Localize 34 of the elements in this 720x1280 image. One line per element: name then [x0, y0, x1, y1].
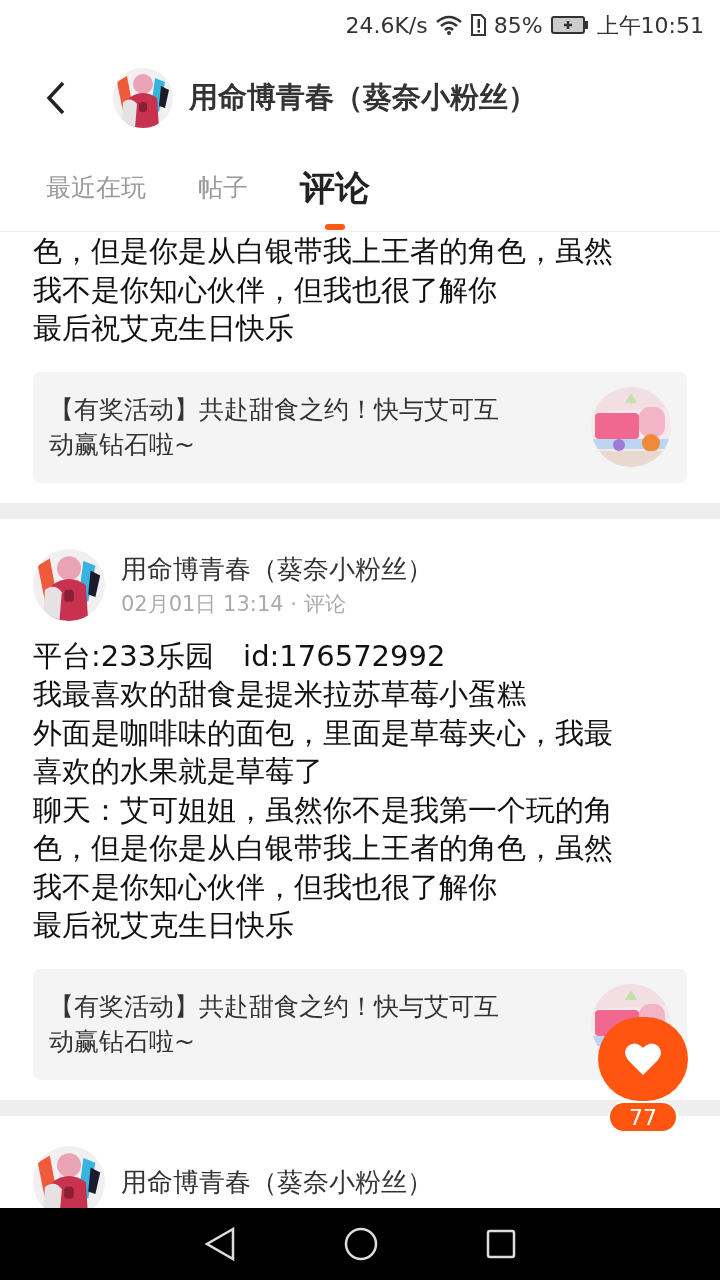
- sim-alert-icon: [469, 14, 486, 36]
- profile-title: 用命博青春（葵奈小粉丝）: [189, 78, 537, 116]
- like-button[interactable]: [598, 1017, 688, 1101]
- comment-text: 我不是你知心伙伴，但我也很了解你: [33, 868, 498, 906]
- post-meta: 02月01日 13:14 · 评论: [121, 590, 347, 618]
- activity-card[interactable]: 【有奖活动】共赴甜食之约！快与艾可互动赢钻石啦~: [33, 968, 687, 1080]
- back-icon: [46, 80, 66, 115]
- comment-text: 色，但是你是从白银带我上王者的角色，虽然: [33, 233, 614, 270]
- nav-back-icon[interactable]: [204, 1227, 236, 1261]
- comment-text: 最后祝艾克生日快乐: [33, 907, 295, 944]
- comment-text: 聊天：艾可姐姐，虽然你不是我第一个玩的角: [33, 791, 614, 829]
- network-speed: 24.6K/s: [345, 11, 428, 40]
- clock-time: 上午10:51: [596, 11, 704, 40]
- comment-text: 外面是咖啡味的面包，里面是草莓夹心，我最: [33, 714, 614, 752]
- battery-charging-icon: [550, 15, 589, 35]
- heart-icon: [624, 1042, 662, 1076]
- author-name[interactable]: 用命博青春（葵奈小粉丝）: [121, 1164, 433, 1199]
- activity-title: 【有奖活动】共赴甜食之约！快与艾可互动赢钻石啦~: [49, 991, 500, 1058]
- comment-text: 我最喜欢的甜食是提米拉苏草莓小蛋糕: [33, 676, 527, 713]
- author-name[interactable]: 用命博青春（葵奈小粉丝）: [121, 551, 433, 586]
- comment-text: 平台:233乐园 id:176572992: [33, 637, 447, 675]
- wifi-icon: [435, 15, 462, 35]
- activity-card[interactable]: 【有奖活动】共赴甜食之约！快与艾可互动赢钻石啦~: [33, 371, 687, 483]
- tab-indicator: [325, 224, 345, 230]
- comment-text: 最后祝艾克生日快乐: [33, 310, 295, 347]
- comment-text: 我不是你知心伙伴，但我也很了解你: [33, 271, 498, 309]
- tab[interactable]: 评论: [300, 145, 370, 231]
- activity-title: 【有奖活动】共赴甜食之约！快与艾可互动赢钻石啦~: [49, 394, 500, 461]
- nav-recents-icon[interactable]: [486, 1229, 516, 1259]
- nav-home-icon[interactable]: [344, 1227, 378, 1261]
- battery-percent: 85%: [493, 11, 543, 40]
- comment-text: 喜欢的水果就是草莓了: [33, 753, 324, 790]
- like-count: 77: [608, 1101, 678, 1133]
- comment-text: 色，但是你是从白银带我上王者的角色，虽然: [33, 830, 614, 867]
